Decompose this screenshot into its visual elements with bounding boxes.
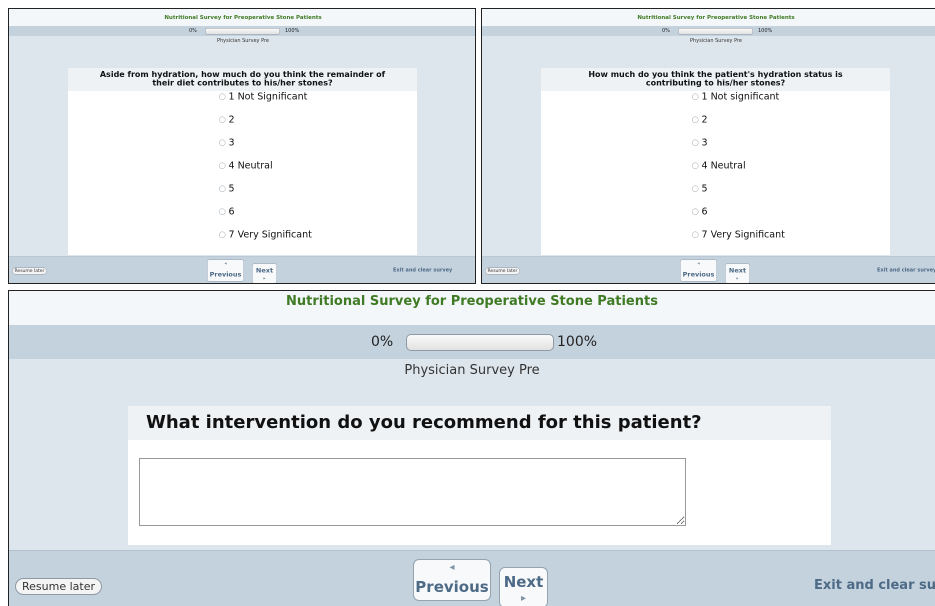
progress-band: 0% 100%: [9, 325, 935, 359]
question-card: Aside from hydration, how much do you th…: [68, 68, 417, 255]
radio-button[interactable]: [692, 208, 699, 215]
option-label: 7 Very Significant: [228, 229, 312, 240]
survey-panel-diet: Nutritional Survey for Preoperative Ston…: [8, 8, 476, 284]
radio-button[interactable]: [219, 93, 226, 100]
progress-start-label: 0%: [189, 28, 197, 34]
survey-title: Nutritional Survey for Preoperative Ston…: [9, 9, 475, 26]
question-text: How much do you think the patient's hydr…: [541, 68, 890, 91]
progress-band: 0% 100%: [482, 26, 935, 36]
resume-later-button[interactable]: Resume later: [15, 578, 102, 595]
radio-button[interactable]: [692, 185, 699, 192]
next-button[interactable]: Next ▸: [499, 567, 548, 606]
option-label: 7 Very Significant: [701, 229, 785, 240]
survey-footer: Resume later ◂ Previous Next ▸ Exit and …: [482, 256, 935, 283]
radio-option[interactable]: 7 Very Significant: [692, 229, 785, 240]
progress-end-label: 100%: [557, 334, 598, 350]
option-label: 2: [228, 114, 235, 125]
intervention-answer-textarea[interactable]: [139, 458, 686, 526]
radio-button[interactable]: [219, 162, 226, 169]
radio-option[interactable]: 3: [692, 137, 708, 148]
radio-button[interactable]: [219, 208, 226, 215]
radio-button[interactable]: [692, 162, 699, 169]
question-card: How much do you think the patient's hydr…: [541, 68, 890, 255]
question-text: What intervention do you recommend for t…: [128, 406, 831, 440]
radio-button[interactable]: [219, 231, 226, 238]
option-label: 5: [228, 183, 235, 194]
survey-footer: Resume later ◂ Previous Next ▸ Exit and …: [9, 256, 475, 283]
survey-panel-hydration: Nutritional Survey for Preoperative Ston…: [481, 8, 935, 284]
radio-button[interactable]: [692, 139, 699, 146]
next-button[interactable]: Next ▸: [252, 263, 277, 283]
previous-button[interactable]: ◂ Previous: [413, 559, 491, 601]
question-text: Aside from hydration, how much do you th…: [68, 68, 417, 91]
progress-end-label: 100%: [285, 28, 300, 34]
question-card: What intervention do you recommend for t…: [128, 406, 831, 545]
survey-footer: Resume later ◂ Previous Next ▸ Exit and …: [9, 550, 935, 606]
progress-end-label: 100%: [758, 28, 773, 34]
option-label: 5: [701, 183, 708, 194]
option-label: 6: [228, 206, 235, 217]
survey-title: Nutritional Survey for Preoperative Ston…: [9, 291, 935, 325]
exit-clear-survey-button[interactable]: Exit and clear survey: [877, 268, 935, 274]
radio-button[interactable]: [219, 116, 226, 123]
radio-option[interactable]: 6: [692, 206, 708, 217]
progress-bar: [678, 28, 753, 35]
progress-band: 0% 100%: [9, 26, 475, 36]
option-label: 1 Not significant: [701, 91, 780, 102]
survey-subtitle: Physician Survey Pre: [404, 363, 540, 378]
survey-subtitle: Physician Survey Pre: [689, 38, 743, 44]
radio-option[interactable]: 3: [219, 137, 235, 148]
previous-arrow-icon: ◂: [449, 562, 455, 573]
radio-option[interactable]: 5: [692, 183, 708, 194]
option-label: 4 Neutral: [228, 160, 273, 171]
option-label: 2: [701, 114, 708, 125]
survey-title: Nutritional Survey for Preoperative Ston…: [482, 9, 935, 26]
progress-start-label: 0%: [371, 334, 394, 350]
exit-clear-survey-button[interactable]: Exit and clear survey: [393, 268, 452, 274]
radio-option[interactable]: 1 Not Significant: [219, 91, 307, 102]
survey-panel-intervention: Nutritional Survey for Preoperative Ston…: [8, 290, 935, 606]
radio-option[interactable]: 2: [692, 114, 708, 125]
resume-later-button[interactable]: Resume later: [12, 267, 47, 275]
radio-option[interactable]: 6: [219, 206, 235, 217]
previous-button[interactable]: ◂ Previous: [207, 259, 244, 282]
option-label: 4 Neutral: [701, 160, 746, 171]
radio-button[interactable]: [692, 93, 699, 100]
radio-button[interactable]: [692, 116, 699, 123]
radio-option[interactable]: 4 Neutral: [692, 160, 746, 171]
radio-button[interactable]: [219, 139, 226, 146]
radio-option[interactable]: 4 Neutral: [219, 160, 273, 171]
exit-clear-survey-button[interactable]: Exit and clear survey: [814, 578, 935, 593]
option-label: 3: [228, 137, 235, 148]
radio-option[interactable]: 2: [219, 114, 235, 125]
previous-arrow-icon: ◂: [224, 261, 227, 266]
next-arrow-icon: ▸: [263, 276, 266, 281]
radio-button[interactable]: [219, 185, 226, 192]
option-label: 6: [701, 206, 708, 217]
previous-button[interactable]: ◂ Previous: [680, 259, 717, 282]
option-label: 3: [701, 137, 708, 148]
progress-bar: [205, 28, 280, 35]
previous-arrow-icon: ◂: [697, 261, 700, 266]
next-arrow-icon: ▸: [520, 593, 527, 604]
resume-later-button[interactable]: Resume later: [485, 267, 520, 275]
radio-option[interactable]: 7 Very Significant: [219, 229, 312, 240]
progress-bar: [406, 334, 554, 351]
survey-subtitle: Physician Survey Pre: [216, 38, 270, 44]
progress-start-label: 0%: [662, 28, 670, 34]
next-arrow-icon: ▸: [736, 276, 739, 281]
radio-button[interactable]: [692, 231, 699, 238]
radio-option[interactable]: 5: [219, 183, 235, 194]
next-button[interactable]: Next ▸: [725, 263, 750, 283]
radio-option[interactable]: 1 Not significant: [692, 91, 779, 102]
option-label: 1 Not Significant: [228, 91, 308, 102]
